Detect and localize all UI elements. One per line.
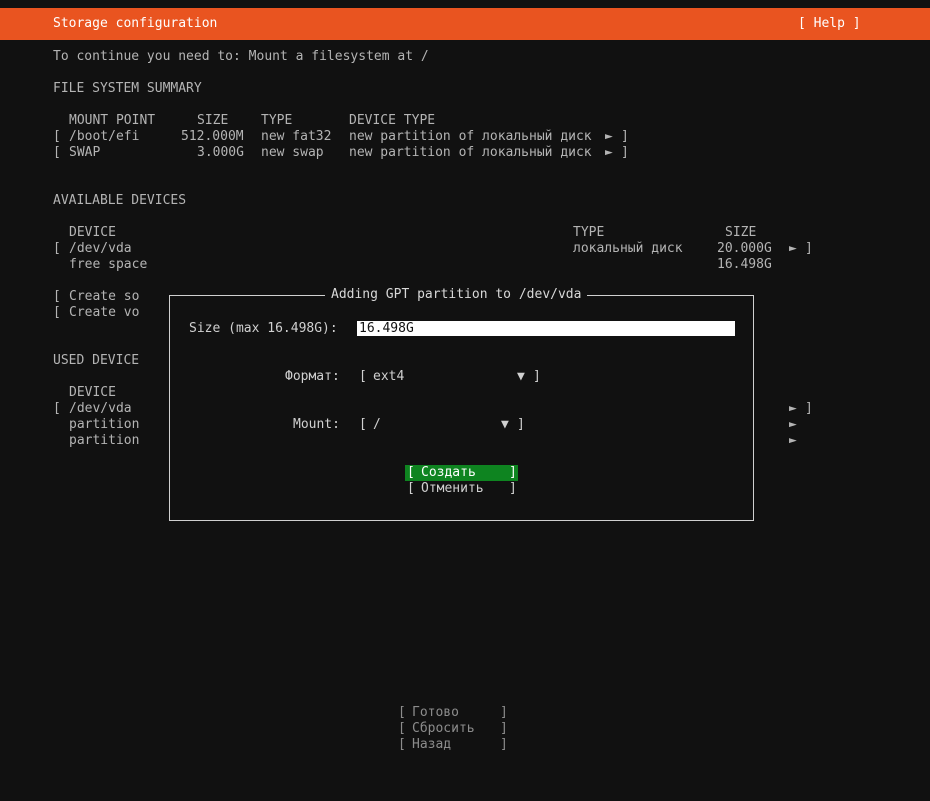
size-value: 512.000M xyxy=(181,129,244,144)
action-label: Create so xyxy=(69,289,140,304)
arrow-right-icon: ► xyxy=(789,433,797,448)
reset-button[interactable]: [ Сбросить ] xyxy=(398,721,510,737)
arrow-right-icon: ► xyxy=(789,241,797,256)
fs-summary-heading: FILE SYSTEM SUMMARY xyxy=(53,81,202,96)
mount-label: Mount: xyxy=(293,417,340,432)
device-name: partition xyxy=(69,417,140,432)
column-header: SIZE xyxy=(725,225,757,240)
format-label: Формат: xyxy=(285,369,340,384)
chevron-down-icon: ▼ xyxy=(517,369,525,384)
mount-select[interactable]: [ / ▼ ] xyxy=(359,417,527,433)
cancel-button-label: Отменить xyxy=(421,481,484,496)
arrow-right-icon: ► xyxy=(605,145,613,160)
mount-point: SWAP xyxy=(69,145,101,160)
arrow-right-icon: ► xyxy=(605,129,613,144)
arrow-right-icon: ► xyxy=(789,401,797,416)
free-space-row[interactable]: free space 16.498G xyxy=(0,257,930,273)
bracket-open: [ xyxy=(53,305,61,320)
bracket-close: ] xyxy=(517,417,525,432)
column-header: DEVICE xyxy=(69,225,116,240)
device-name: /dev/vda xyxy=(69,401,132,416)
column-header: DEVICE xyxy=(69,385,116,400)
bracket-close: ] xyxy=(805,241,813,256)
reset-button-label: Сбросить xyxy=(412,721,475,736)
bracket-close: ] xyxy=(621,145,629,160)
format-value: ext4 xyxy=(373,369,405,384)
bracket-open: [ xyxy=(359,417,367,432)
size-label: Size (max 16.498G): xyxy=(189,321,338,336)
mount-point: /boot/efi xyxy=(69,129,140,144)
done-button-label: Готово xyxy=(412,705,459,720)
device-name: partition xyxy=(69,433,140,448)
type-value: new fat32 xyxy=(261,129,332,144)
bracket-open: [ xyxy=(53,129,61,144)
dialog-title: Adding GPT partition to /dev/vda xyxy=(325,287,588,303)
device-name: /dev/vda xyxy=(69,241,132,256)
bracket-close: ] xyxy=(621,129,629,144)
chevron-down-icon: ▼ xyxy=(501,417,509,432)
column-header: SIZE xyxy=(197,113,229,128)
size-input[interactable] xyxy=(357,321,735,336)
create-button[interactable]: [ Создать ] xyxy=(405,465,518,481)
arrow-right-icon: ► xyxy=(789,417,797,432)
page-title: Storage configuration xyxy=(53,16,218,31)
format-select[interactable]: [ ext4 ▼ ] xyxy=(359,369,543,385)
bracket-open: [ xyxy=(53,241,61,256)
device-type-value: new partition of локальный диск xyxy=(349,129,592,144)
device-size: 16.498G xyxy=(717,257,772,272)
used-devices-heading: USED DEVICE xyxy=(53,353,140,368)
cancel-button[interactable]: [ Отменить ] xyxy=(405,481,518,497)
device-type-value: new partition of локальный диск xyxy=(349,145,592,160)
available-devices-header: DEVICE TYPE SIZE xyxy=(0,225,930,241)
back-button[interactable]: [ Назад ] xyxy=(398,737,510,753)
available-device-row[interactable]: [ /dev/vda локальный диск 20.000G ► ] xyxy=(0,241,930,257)
available-devices-heading: AVAILABLE DEVICES xyxy=(53,193,187,208)
bracket-open: [ xyxy=(359,369,367,384)
add-partition-dialog: Adding GPT partition to /dev/vda Size (m… xyxy=(169,287,754,521)
fs-summary-row[interactable]: [ SWAP 3.000G new swap new partition of … xyxy=(0,145,930,161)
column-header: MOUNT POINT xyxy=(69,113,156,128)
device-name: free space xyxy=(69,257,148,272)
type-value: new swap xyxy=(261,145,324,160)
bracket-open: [ xyxy=(53,401,61,416)
create-button-label: Создать xyxy=(421,465,476,480)
bracket-open: [ xyxy=(53,289,61,304)
bracket-open: [ xyxy=(53,145,61,160)
device-size: 20.000G xyxy=(717,241,772,256)
back-button-label: Назад xyxy=(412,737,452,752)
mount-value: / xyxy=(373,417,381,432)
action-label: Create vo xyxy=(69,305,140,320)
column-header: TYPE xyxy=(261,113,293,128)
bracket-close: ] xyxy=(805,401,813,416)
size-value: 3.000G xyxy=(197,145,244,160)
column-header: TYPE xyxy=(573,225,605,240)
help-button[interactable]: [ Help ] xyxy=(798,16,861,32)
bracket-close: ] xyxy=(533,369,541,384)
instruction-text: To continue you need to: Mount a filesys… xyxy=(53,49,429,64)
device-type: локальный диск xyxy=(573,241,683,256)
done-button[interactable]: [ Готово ] xyxy=(398,705,510,721)
column-header: DEVICE TYPE xyxy=(349,113,436,128)
header-bar: Storage configuration [ Help ] xyxy=(0,8,930,40)
fs-summary-row[interactable]: [ /boot/efi 512.000M new fat32 new parti… xyxy=(0,129,930,145)
fs-summary-header: MOUNT POINT SIZE TYPE DEVICE TYPE xyxy=(0,113,930,129)
